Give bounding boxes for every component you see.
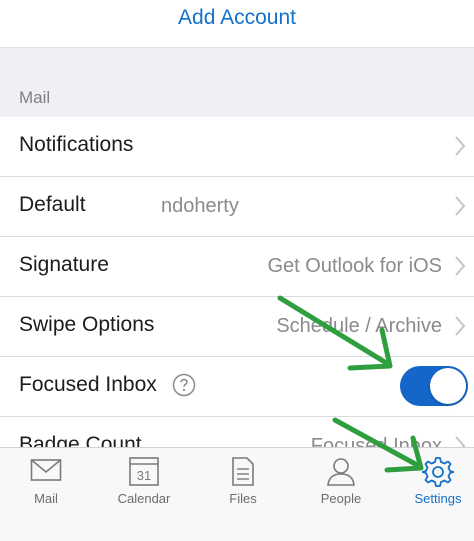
focused-inbox-toggle[interactable] xyxy=(400,366,468,406)
tab-calendar[interactable]: 31 Calendar xyxy=(104,448,184,518)
chevron-right-icon xyxy=(455,136,466,156)
calendar-icon: 31 xyxy=(129,457,159,486)
tab-mail[interactable]: Mail xyxy=(6,448,86,518)
tab-label: Mail xyxy=(34,491,58,506)
row-label: Default xyxy=(19,193,86,216)
tab-label: People xyxy=(320,491,362,506)
chevron-right-icon xyxy=(455,196,466,216)
row-label: Focused Inbox xyxy=(19,373,157,396)
tab-label: Calendar xyxy=(117,491,171,506)
row-value: ndoherty xyxy=(161,195,239,217)
annotation-arrow-settings xyxy=(332,417,424,473)
row-default[interactable]: Default ndoherty xyxy=(0,177,474,237)
tab-label: Settings xyxy=(414,491,462,506)
row-notifications[interactable]: Notifications xyxy=(0,117,474,177)
section-label-mail: Mail xyxy=(19,88,51,107)
section-separator xyxy=(0,47,474,118)
toggle-knob xyxy=(430,368,466,404)
tab-files[interactable]: Files xyxy=(203,448,283,518)
tab-label: Files xyxy=(229,491,257,506)
help-icon[interactable] xyxy=(172,373,196,397)
file-icon xyxy=(232,457,254,486)
row-label: Swipe Options xyxy=(19,313,155,336)
row-label: Signature xyxy=(19,253,109,276)
row-label: Notifications xyxy=(19,133,134,156)
header: Add Account xyxy=(0,0,474,47)
chevron-right-icon xyxy=(455,316,466,336)
chevron-right-icon xyxy=(455,256,466,276)
row-value: Get Outlook for iOS xyxy=(267,255,442,277)
row-signature[interactable]: Signature Get Outlook for iOS xyxy=(0,237,474,297)
calendar-day: 31 xyxy=(137,468,151,483)
mail-icon xyxy=(30,459,62,481)
add-account-button[interactable]: Add Account xyxy=(0,6,474,30)
annotation-arrow-toggle xyxy=(277,295,393,371)
